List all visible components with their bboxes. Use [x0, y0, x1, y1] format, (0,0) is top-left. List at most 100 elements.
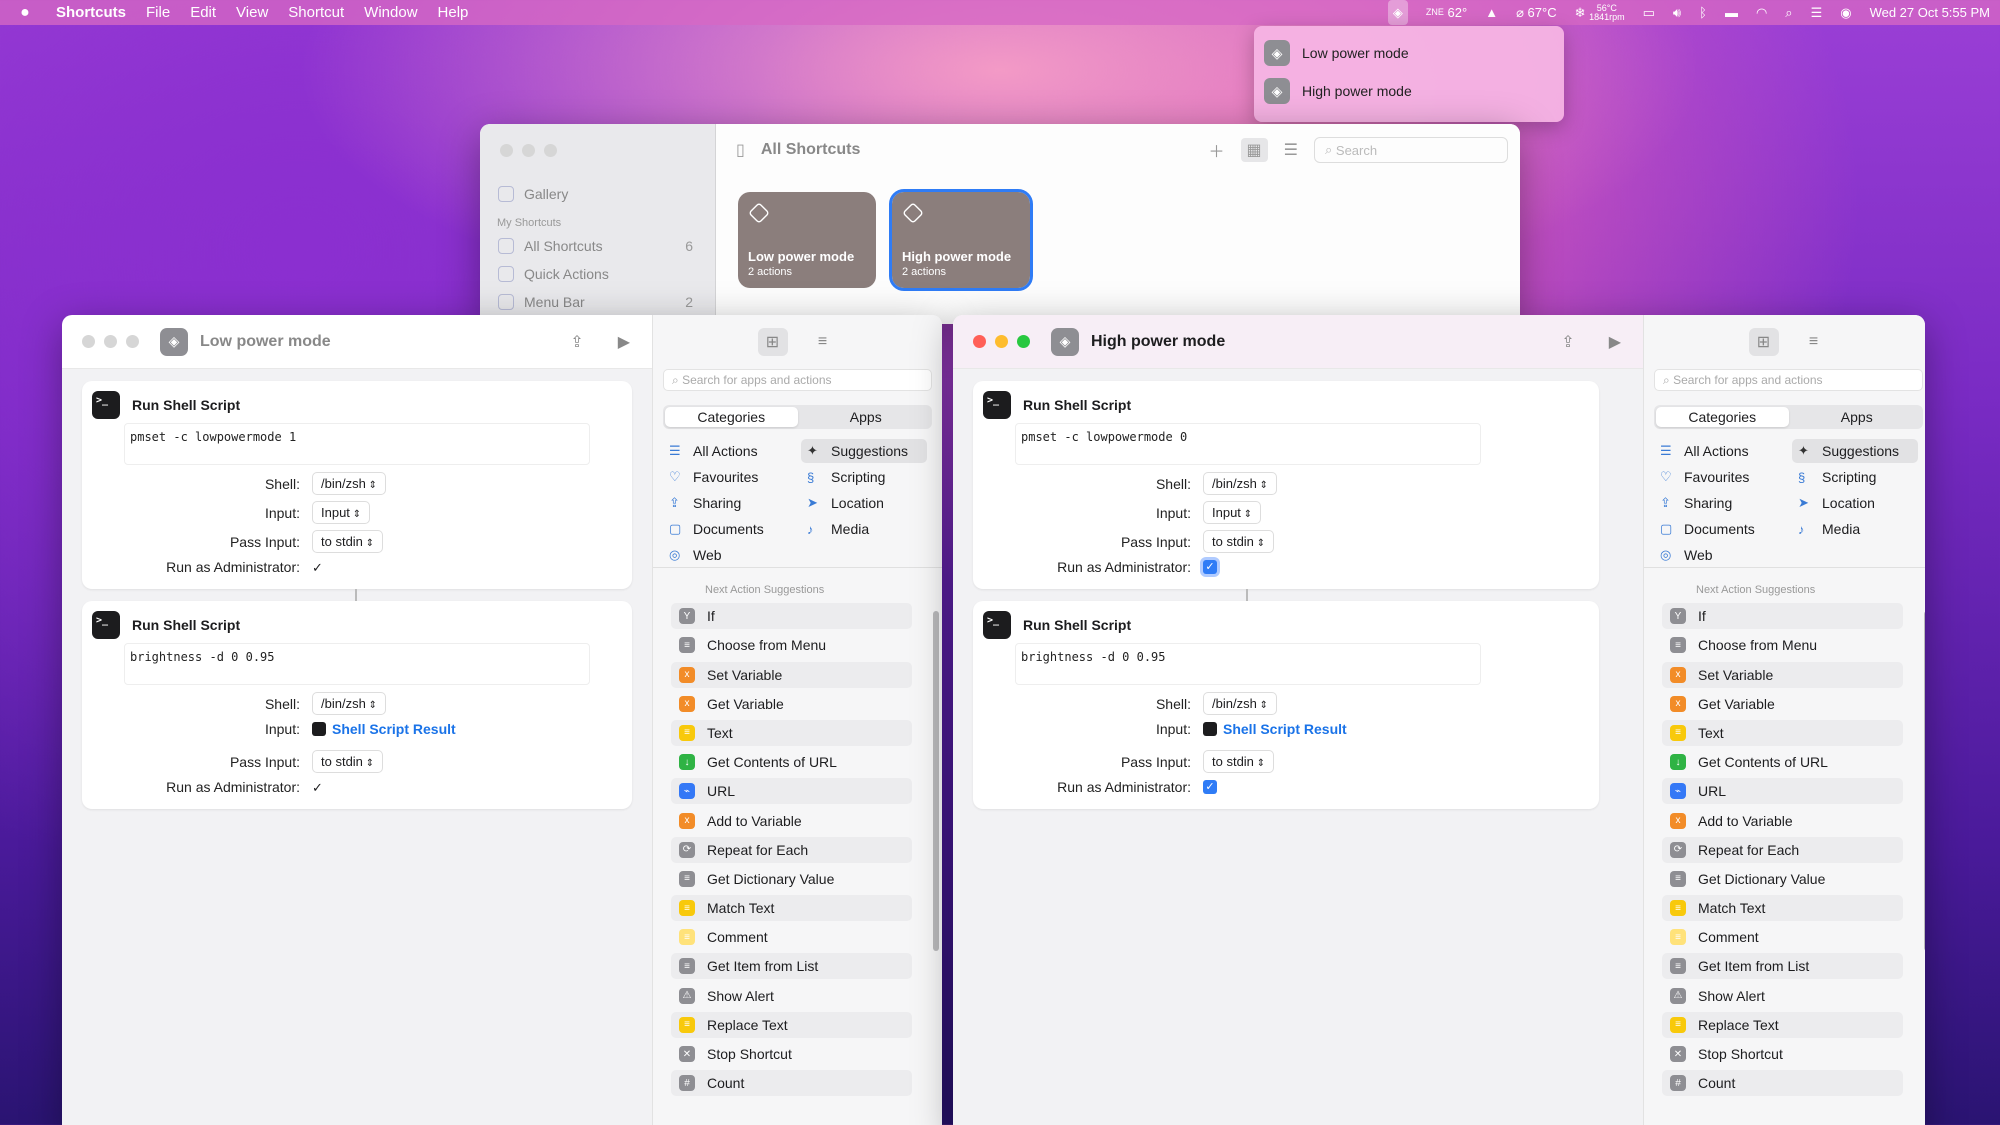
- category-media[interactable]: ♪ Media: [1792, 517, 1866, 541]
- action-item[interactable]: ≡ Get Dictionary Value: [671, 866, 912, 892]
- sidebar-item-quick-actions[interactable]: Quick Actions: [480, 260, 715, 288]
- dropdown-item-high-power[interactable]: ◈ High power mode: [1264, 72, 1554, 110]
- action-item[interactable]: # Count: [1662, 1070, 1903, 1097]
- tab-categories[interactable]: Categories: [1656, 407, 1789, 427]
- minimize-button[interactable]: [104, 335, 117, 348]
- action-card[interactable]: >_ Run Shell Script pmset -c lowpowermode…: [82, 381, 632, 589]
- action-item[interactable]: ≡ Replace Text: [1662, 1011, 1903, 1038]
- action-item[interactable]: x Add to Variable: [671, 808, 912, 834]
- category-sharing[interactable]: ⇪ Sharing: [1654, 491, 1738, 515]
- action-search-input[interactable]: ⌕ Search for apps and actions: [1654, 369, 1923, 391]
- shell-select[interactable]: /bin/zsh: [312, 692, 386, 715]
- grid-view-icon[interactable]: ▦: [1240, 138, 1268, 162]
- action-item[interactable]: ≡ Choose from Menu: [1662, 632, 1903, 658]
- shell-script-result-token[interactable]: Shell Script Result: [1203, 721, 1347, 737]
- tab-apps[interactable]: Apps: [800, 405, 933, 429]
- action-item[interactable]: x Add to Variable: [1662, 808, 1903, 834]
- close-button[interactable]: [82, 335, 95, 348]
- dropdown-item-low-power[interactable]: ◈ Low power mode: [1264, 34, 1554, 72]
- action-item[interactable]: ↓ Get Contents of URL: [671, 749, 912, 775]
- spotlight-icon[interactable]: ⌕: [1785, 0, 1792, 25]
- category-documents[interactable]: ▢ Documents: [1654, 517, 1761, 541]
- shell-select[interactable]: /bin/zsh: [1203, 692, 1277, 715]
- weather-status[interactable]: ZNE 62°: [1426, 0, 1467, 25]
- action-item[interactable]: ⌁ URL: [671, 778, 912, 805]
- volume-icon[interactable]: 🔊︎: [1673, 0, 1681, 25]
- action-library-icon[interactable]: ⊞: [757, 328, 788, 356]
- sidebar-item-all-shortcuts[interactable]: All Shortcuts 6: [480, 232, 715, 260]
- sidebar-toggle-icon[interactable]: ▯: [736, 140, 745, 160]
- cpu-temp-status[interactable]: ⌀ 67°C: [1516, 0, 1557, 25]
- action-item[interactable]: ≡ Text: [671, 719, 912, 746]
- category-location[interactable]: ➤ Location: [1792, 491, 1881, 515]
- action-item[interactable]: ≡ Replace Text: [671, 1011, 912, 1038]
- run-icon[interactable]: ▶: [1609, 332, 1621, 352]
- action-item[interactable]: ≡ Choose from Menu: [671, 632, 912, 658]
- shell-select[interactable]: /bin/zsh: [312, 472, 386, 495]
- zoom-button[interactable]: [1017, 335, 1030, 348]
- control-center-icon[interactable]: ☰: [1811, 0, 1823, 25]
- menu-app-name[interactable]: Shortcuts: [46, 0, 136, 25]
- admin-checkbox[interactable]: ✓: [1203, 780, 1217, 794]
- action-item[interactable]: ≡ Match Text: [671, 895, 912, 922]
- action-item[interactable]: ≡ Get Item from List: [671, 953, 912, 980]
- menu-edit[interactable]: Edit: [180, 0, 226, 25]
- action-card[interactable]: >_ Run Shell Script pmset -c lowpowermode…: [973, 381, 1599, 589]
- category-suggestions[interactable]: ✦ Suggestions: [801, 439, 927, 463]
- action-item[interactable]: x Get Variable: [1662, 691, 1903, 717]
- minimize-button[interactable]: [522, 144, 535, 157]
- battery-icon[interactable]: ▬: [1725, 0, 1738, 25]
- action-item[interactable]: ↓ Get Contents of URL: [1662, 749, 1903, 775]
- category-location[interactable]: ➤ Location: [801, 491, 890, 515]
- action-library-icon[interactable]: ⊞: [1748, 328, 1779, 356]
- action-item[interactable]: ≡ Comment: [1662, 924, 1903, 950]
- action-item[interactable]: ≡ Comment: [671, 924, 912, 950]
- action-item[interactable]: ⟳ Repeat for Each: [671, 836, 912, 863]
- add-icon[interactable]: ＋: [1209, 138, 1225, 162]
- tab-apps[interactable]: Apps: [1791, 405, 1924, 429]
- action-card[interactable]: >_ Run Shell Script brightness -d 0 0.95 …: [973, 601, 1599, 809]
- apple-menu-icon[interactable]: ●: [14, 0, 36, 25]
- share-icon[interactable]: ⇪: [1561, 332, 1574, 352]
- pass-input-select[interactable]: to stdin: [312, 750, 384, 773]
- menu-help[interactable]: Help: [428, 0, 479, 25]
- category-documents[interactable]: ▢ Documents: [663, 517, 770, 541]
- category-scripting[interactable]: § Scripting: [801, 465, 891, 489]
- minimize-button[interactable]: [995, 335, 1008, 348]
- input-select[interactable]: Input: [1203, 501, 1262, 524]
- action-item[interactable]: x Set Variable: [1662, 661, 1903, 688]
- shell-select[interactable]: /bin/zsh: [1203, 472, 1277, 495]
- category-scripting[interactable]: § Scripting: [1792, 465, 1882, 489]
- category-all-actions[interactable]: ☰ All Actions: [1654, 439, 1755, 463]
- siri-icon[interactable]: ◉: [1840, 0, 1851, 25]
- wifi-icon[interactable]: ◠: [1756, 0, 1767, 25]
- action-item[interactable]: ≡ Get Dictionary Value: [1662, 866, 1903, 892]
- admin-checkbox[interactable]: ✓: [312, 560, 326, 575]
- pass-input-select[interactable]: to stdin: [312, 530, 384, 553]
- action-item[interactable]: x Get Variable: [671, 691, 912, 717]
- action-item[interactable]: ⚠ Show Alert: [1662, 983, 1903, 1009]
- action-item[interactable]: x Set Variable: [671, 661, 912, 688]
- category-web[interactable]: ◎ Web: [663, 543, 728, 567]
- menu-shortcut[interactable]: Shortcut: [278, 0, 354, 25]
- script-input[interactable]: brightness -d 0 0.95: [124, 643, 590, 685]
- script-input[interactable]: pmset -c lowpowermode 0: [1015, 423, 1481, 465]
- bluetooth-icon[interactable]: ᛒ: [1699, 0, 1707, 25]
- action-search-input[interactable]: ⌕ Search for apps and actions: [663, 369, 932, 391]
- fan-status[interactable]: ❄ 56°C 1841rpm: [1575, 0, 1625, 25]
- pass-input-select[interactable]: to stdin: [1203, 750, 1275, 773]
- admin-checkbox[interactable]: ✓: [312, 780, 326, 795]
- zoom-button[interactable]: [126, 335, 139, 348]
- close-button[interactable]: [500, 144, 513, 157]
- category-web[interactable]: ◎ Web: [1654, 543, 1719, 567]
- action-item[interactable]: ≡ Match Text: [1662, 895, 1903, 922]
- category-sharing[interactable]: ⇪ Sharing: [663, 491, 747, 515]
- action-item[interactable]: ≡ Text: [1662, 719, 1903, 746]
- list-view-icon[interactable]: ☰: [1284, 140, 1298, 160]
- menu-window[interactable]: Window: [354, 0, 427, 25]
- shell-script-result-token[interactable]: Shell Script Result: [312, 721, 456, 737]
- share-icon[interactable]: ⇪: [570, 332, 583, 352]
- action-item[interactable]: ✕ Stop Shortcut: [671, 1041, 912, 1067]
- alert-status-icon[interactable]: ▲: [1485, 0, 1498, 25]
- scrollbar[interactable]: [933, 611, 939, 951]
